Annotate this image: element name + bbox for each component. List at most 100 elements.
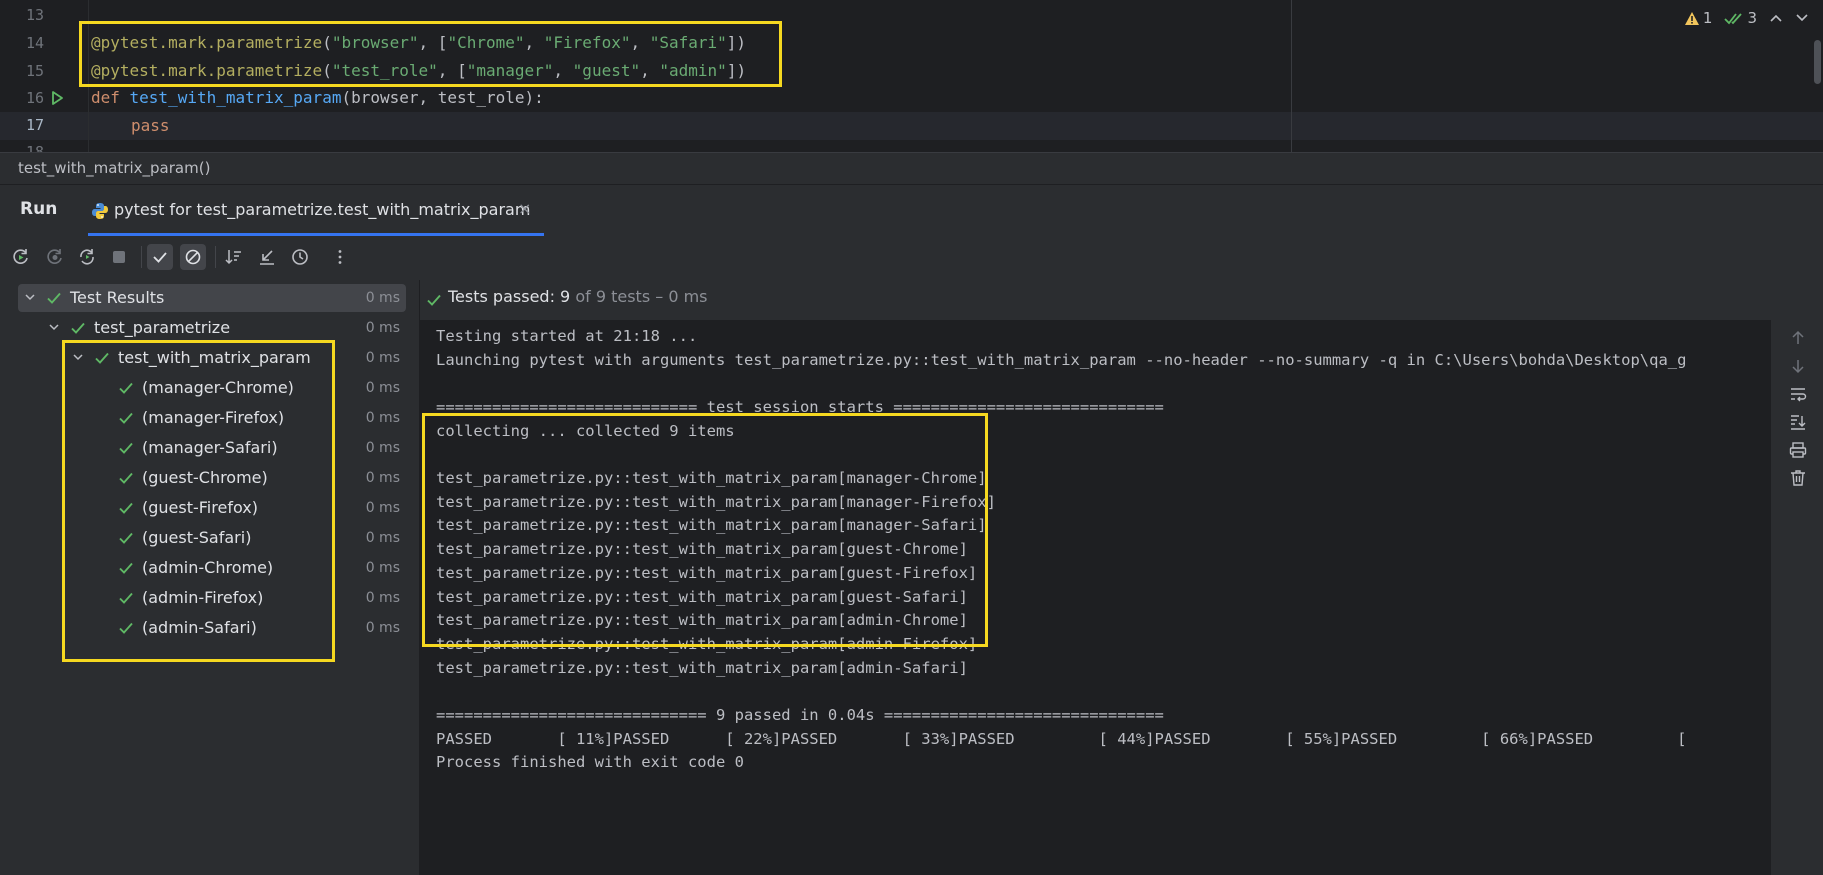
- test-results-tree[interactable]: Test Results 0 ms test_parametrize 0 ms …: [0, 280, 420, 875]
- tree-node-module[interactable]: test_parametrize 0 ms: [18, 314, 406, 342]
- warnings-count: 1: [1702, 9, 1713, 27]
- code-line-17[interactable]: pass: [131, 116, 170, 135]
- function-name: test_with_matrix_param: [129, 88, 342, 107]
- warnings-indicator[interactable]: 1: [1684, 9, 1713, 27]
- line-number: 16: [25, 89, 44, 107]
- line-number: 15: [25, 62, 44, 80]
- more-options-button[interactable]: [327, 244, 353, 270]
- soft-wrap-icon[interactable]: [1788, 384, 1808, 404]
- duration-label: 0 ms: [365, 560, 400, 576]
- status-count: 9: [560, 287, 571, 306]
- duration-label: 0 ms: [365, 500, 400, 516]
- show-ignored-toggle[interactable]: [180, 244, 206, 270]
- duration-label: 0 ms: [365, 320, 400, 336]
- tests-passed-status: Tests passed: 9 of 9 tests – 0 ms: [448, 287, 708, 306]
- passed-check-icon: [71, 322, 85, 334]
- current-line-highlight: [0, 112, 1823, 140]
- chevron-down-icon[interactable]: [1795, 13, 1809, 23]
- tab-label: pytest for test_parametrize.test_with_ma…: [114, 200, 531, 219]
- stop-icon: [113, 251, 125, 263]
- import-icon: [260, 250, 274, 265]
- console-line: Launching pytest with arguments test_par…: [436, 351, 1687, 369]
- console-line: test_parametrize.py::test_with_matrix_pa…: [436, 659, 968, 677]
- show-passed-toggle[interactable]: [147, 244, 173, 270]
- console-panel[interactable]: Tests passed: 9 of 9 tests – 0 ms Testin…: [420, 280, 1823, 875]
- code-line-16[interactable]: def test_with_matrix_param(browser, test…: [91, 88, 544, 107]
- status-prefix: Tests passed:: [448, 287, 561, 306]
- console-line: Testing started at 21:18 ...: [436, 327, 698, 345]
- python-icon: [92, 203, 108, 219]
- duration-label: 0 ms: [365, 380, 400, 396]
- import-tests-button[interactable]: [254, 244, 280, 270]
- run-test-gutter-icon[interactable]: [50, 91, 64, 105]
- run-config-tab[interactable]: pytest for test_parametrize.test_with_ma…: [88, 185, 544, 237]
- duration-label: 0 ms: [365, 290, 400, 306]
- rerun-failed-button[interactable]: [42, 244, 68, 270]
- tree-node-root[interactable]: Test Results 0 ms: [18, 284, 406, 312]
- code-editor[interactable]: 13 14 15 16 17 18 @pytest.mark.parametri…: [0, 0, 1823, 152]
- breadcrumb[interactable]: test_with_matrix_param(): [0, 152, 1823, 184]
- scroll-to-end-icon[interactable]: [1788, 412, 1808, 432]
- ignored-icon: [185, 249, 201, 265]
- sort-alphabetically-button[interactable]: [221, 244, 247, 270]
- test-history-button[interactable]: [287, 244, 313, 270]
- line-number: 18: [25, 143, 44, 152]
- chevron-down-icon[interactable]: [48, 321, 60, 333]
- stop-button[interactable]: [106, 244, 132, 270]
- duration-label: 0 ms: [365, 590, 400, 606]
- warning-icon: [1684, 11, 1699, 25]
- rerun-failed-icon: [47, 249, 62, 264]
- toolbar-separator: [141, 246, 142, 268]
- toggle-auto-test-button[interactable]: [74, 244, 100, 270]
- ok-count: 3: [1747, 9, 1757, 27]
- toolbar-separator: [215, 246, 216, 268]
- duration-label: 0 ms: [365, 530, 400, 546]
- keyword: pass: [131, 116, 170, 135]
- trash-icon[interactable]: [1788, 468, 1808, 488]
- run-tool-window-header: Run pytest for test_parametrize.test_wit…: [0, 184, 1823, 236]
- duration-label: 0 ms: [365, 410, 400, 426]
- ok-indicator[interactable]: 3: [1724, 9, 1757, 27]
- run-title: Run: [20, 199, 58, 219]
- passed-check-icon: [47, 292, 61, 304]
- duration-label: 0 ms: [365, 470, 400, 486]
- auto-rerun-icon: [80, 249, 94, 265]
- console-line: PASSED [ 11%]PASSED [ 22%]PASSED [ 33%]P…: [436, 730, 1687, 748]
- rerun-icon: [13, 249, 28, 264]
- duration-label: 0 ms: [365, 440, 400, 456]
- line-number: 17: [25, 116, 44, 134]
- output-highlight-box: [422, 413, 988, 647]
- right-margin-guide: [1291, 0, 1292, 152]
- console-line: ============================= 9 passed i…: [436, 706, 1164, 724]
- chevron-up-icon[interactable]: [1769, 13, 1783, 23]
- test-cases-highlight-box: [62, 340, 335, 662]
- line-number: 13: [25, 6, 44, 24]
- clock-icon: [292, 249, 308, 265]
- function-params: (browser, test_role):: [341, 88, 544, 107]
- arrow-up-icon[interactable]: [1788, 328, 1808, 348]
- console-side-toolbar: [1771, 320, 1823, 875]
- line-number: 14: [25, 34, 44, 52]
- tab-close-button[interactable]: ×: [518, 199, 531, 218]
- duration-label: 0 ms: [365, 350, 400, 366]
- decorator-highlight-box: [79, 21, 782, 87]
- test-status-bar: Tests passed: 9 of 9 tests – 0 ms: [420, 280, 1823, 320]
- duration-label: 0 ms: [365, 620, 400, 636]
- inspection-widget[interactable]: 1 3: [1684, 9, 1809, 27]
- editor-scrollbar[interactable]: [1814, 40, 1821, 84]
- breadcrumb-item[interactable]: test_with_matrix_param(): [18, 159, 210, 177]
- sort-icon: [225, 250, 241, 265]
- check-icon: [153, 252, 167, 263]
- console-line: Process finished with exit code 0: [436, 753, 744, 771]
- status-suffix: of 9 tests – 0 ms: [570, 287, 708, 306]
- passed-check-icon: [427, 294, 441, 306]
- keyword: def: [91, 88, 130, 107]
- run-toolbar: [0, 236, 1823, 280]
- double-check-icon: [1724, 12, 1743, 24]
- print-icon[interactable]: [1788, 440, 1808, 460]
- editor-gutter: 13 14 15 16 17 18: [0, 0, 88, 152]
- tree-node-label: test_parametrize: [94, 318, 231, 337]
- arrow-down-icon[interactable]: [1788, 356, 1808, 376]
- chevron-down-icon[interactable]: [24, 291, 36, 303]
- rerun-button[interactable]: [8, 244, 34, 270]
